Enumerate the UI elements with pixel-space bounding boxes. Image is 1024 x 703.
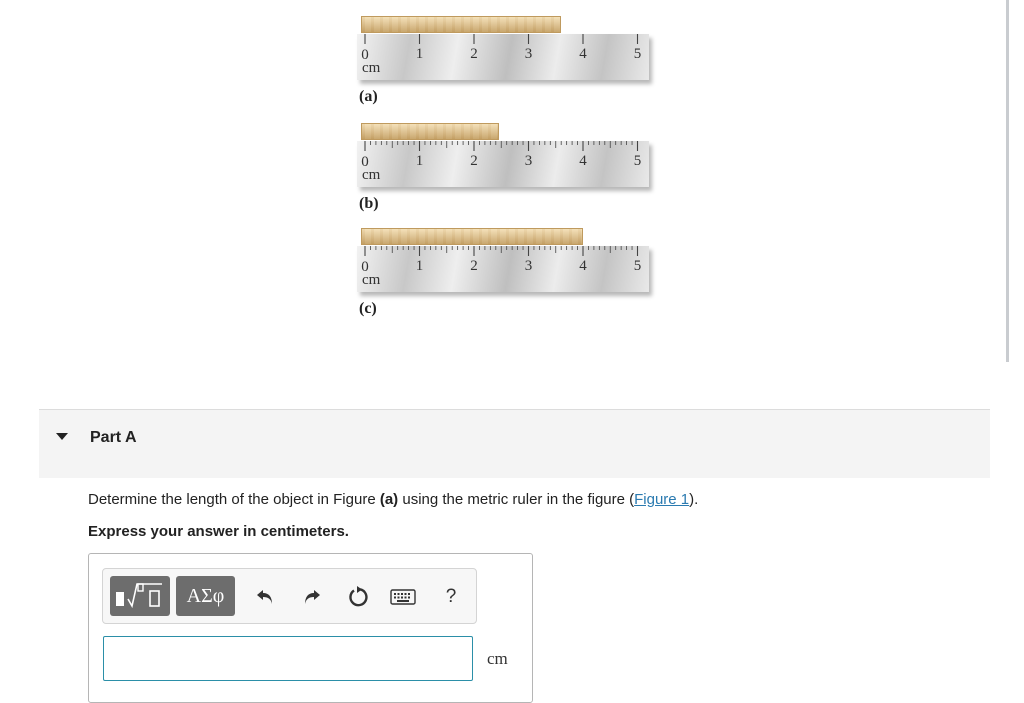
part-a-header[interactable] (39, 409, 990, 478)
answer-input[interactable] (103, 636, 473, 681)
ruler-number: 4 (579, 258, 587, 274)
figure-link[interactable]: Figure 1 (634, 491, 689, 508)
panel-label: (b) (359, 195, 379, 212)
templates-button[interactable] (110, 576, 170, 616)
ruler-number: 3 (524, 153, 533, 169)
templates-icon (116, 583, 162, 609)
ruler: cm 012345 (357, 246, 649, 292)
ruler-number: 4 (579, 153, 587, 169)
panel-label: (a) (359, 88, 378, 105)
ruler-figure: cm 012345 (a) cm 012345 (b) cm 012345 (c… (355, 0, 665, 330)
ruler: cm 012345 (357, 34, 649, 80)
reset-icon (349, 586, 368, 607)
ruler-number: 3 (524, 46, 533, 62)
ruler-number: 0 (361, 154, 369, 170)
redo-icon (305, 590, 320, 604)
measured-object (361, 16, 562, 33)
collapse-caret-icon[interactable] (56, 433, 68, 440)
ruler-number: 2 (470, 46, 478, 62)
help-button[interactable]: ? (437, 583, 465, 611)
panel-label: (c) (359, 300, 377, 317)
ruler-ticks (364, 34, 639, 44)
ruler-number: 3 (524, 258, 533, 274)
ruler-number: 0 (361, 47, 369, 63)
ruler: cm 012345 (357, 141, 649, 187)
measured-object (361, 228, 583, 245)
ruler-number: 5 (633, 153, 642, 169)
reset-button[interactable] (344, 583, 372, 611)
ruler-number: 2 (470, 153, 478, 169)
figure-panel-b: cm 012345 (b) (355, 117, 665, 212)
ruler-number: 1 (415, 153, 424, 169)
ruler-number: 5 (633, 258, 642, 274)
measured-object (361, 123, 499, 140)
undo-button[interactable] (251, 583, 279, 611)
redo-button[interactable] (298, 583, 326, 611)
scrollbar[interactable] (1006, 0, 1009, 362)
ruler-number: 5 (633, 46, 642, 62)
figure-panel-a: cm 012345 (a) (355, 10, 665, 105)
ruler-ticks (364, 141, 639, 151)
undo-icon (257, 590, 272, 604)
answer-instruction: Express your answer in centimeters. (88, 523, 349, 540)
answer-unit: cm (487, 649, 508, 668)
figure-panel-c: cm 012345 (c) (355, 222, 665, 317)
ruler-ticks (364, 246, 639, 256)
ruler-number: 4 (579, 46, 587, 62)
symbols-button[interactable]: ΑΣφ (176, 576, 235, 616)
ruler-number: 2 (470, 258, 478, 274)
ruler-number: 1 (415, 46, 424, 62)
question-text: Determine the length of the object in Fi… (88, 491, 699, 508)
keyboard-icon (390, 589, 416, 605)
keyboard-button[interactable] (389, 583, 417, 611)
ruler-number: 0 (361, 259, 369, 275)
part-title: Part A (90, 429, 137, 446)
ruler-number: 1 (415, 258, 424, 274)
